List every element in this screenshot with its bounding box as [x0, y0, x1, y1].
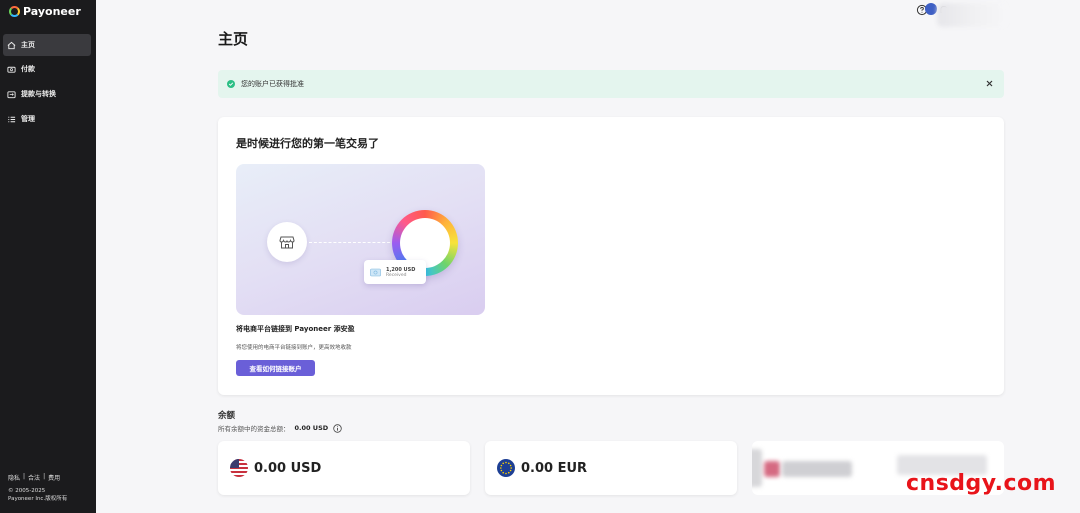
balance-card-usd[interactable]: 0.00 USD — [218, 441, 470, 495]
payment-icon — [7, 66, 16, 73]
brand-name: Payoneer — [23, 5, 81, 18]
list-icon — [8, 116, 16, 122]
copyright: © 2005-2025 Payoneer Inc.版权所有 — [8, 487, 92, 503]
footer-link-fees[interactable]: 费用 — [48, 473, 60, 482]
sidebar-item-payment[interactable]: 付款 — [3, 58, 91, 80]
balance-amount: 0.00 EUR — [521, 460, 588, 476]
footer-links: 隐私 | 合法 | 费用 — [8, 473, 60, 482]
footer-link-legal[interactable]: 合法 — [28, 473, 40, 482]
balance-total: 所有余额中的资金总额： 0.00 USD — [218, 423, 342, 433]
sidebar-item-label: 管理 — [21, 115, 35, 123]
balance-amount: 0.00 USD — [254, 460, 322, 476]
page-title: 主页 — [218, 30, 249, 48]
info-icon[interactable] — [333, 423, 342, 433]
balance-title: 余额 — [218, 411, 236, 421]
close-icon[interactable] — [984, 78, 995, 89]
home-icon — [7, 41, 16, 49]
brand-logo[interactable]: Payoneer — [9, 5, 81, 18]
link-account-button[interactable]: 查看如何链接账户 — [236, 360, 315, 376]
first-transaction-card: 是时候进行您的第一笔交易了 1,200 USD Received 将电商平台链接… — [218, 117, 1004, 395]
cash-icon — [370, 268, 381, 276]
us-flag-icon — [230, 459, 248, 477]
sidebar-item-label: 主页 — [21, 41, 35, 49]
marketplace-illustration: 1,200 USD Received — [236, 164, 485, 315]
redacted-block — [764, 461, 780, 477]
received-label: Received — [386, 272, 407, 278]
copyright-years: © 2005-2025 — [8, 488, 46, 494]
approval-banner: 您的账户已获得批准 — [218, 70, 1004, 98]
sidebar-item-withdraw[interactable]: 提款与转换 — [3, 83, 91, 105]
banner-text: 您的账户已获得批准 — [241, 80, 304, 88]
store-circle — [267, 222, 307, 262]
eu-flag-icon — [497, 459, 515, 477]
sidebar-item-label: 付款 — [21, 65, 35, 73]
sidebar-item-home[interactable]: 主页 — [3, 34, 91, 56]
user-name-redacted — [937, 3, 1007, 27]
withdraw-icon — [7, 90, 16, 98]
footer-link-privacy[interactable]: 隐私 — [8, 473, 20, 482]
card-title: 是时候进行您的第一笔交易了 — [236, 137, 379, 150]
payoneer-logo-icon — [9, 6, 20, 17]
avatar[interactable] — [925, 3, 937, 15]
sidebar-item-label: 提款与转换 — [21, 90, 56, 98]
balance-total-value: 0.00 USD — [294, 424, 329, 432]
store-icon — [279, 236, 295, 249]
redacted-block — [752, 449, 762, 487]
balance-card-eur[interactable]: 0.00 EUR — [485, 441, 737, 495]
card-subtitle: 将电商平台链接到 Payoneer 添安盈 — [236, 325, 355, 333]
balance-total-label: 所有余额中的资金总额： — [218, 425, 290, 433]
connection-line — [309, 242, 395, 243]
received-badge: 1,200 USD Received — [364, 260, 426, 284]
sidebar-item-manage[interactable]: 管理 — [3, 108, 91, 130]
card-description: 将您使用的电商平台链接到账户，更高效地收款 — [236, 345, 352, 351]
redacted-block — [782, 461, 852, 477]
copyright-owner: Payoneer Inc.版权所有 — [8, 496, 68, 502]
watermark-text: cnsdgy.com — [906, 471, 1057, 496]
sidebar: Payoneer 主页 付款 提款与转换 管理 隐私 | 合法 | 费用 © 2… — [0, 0, 96, 513]
footer-separator: | — [43, 473, 46, 480]
footer-separator: | — [23, 473, 26, 480]
success-check-icon — [227, 80, 235, 88]
